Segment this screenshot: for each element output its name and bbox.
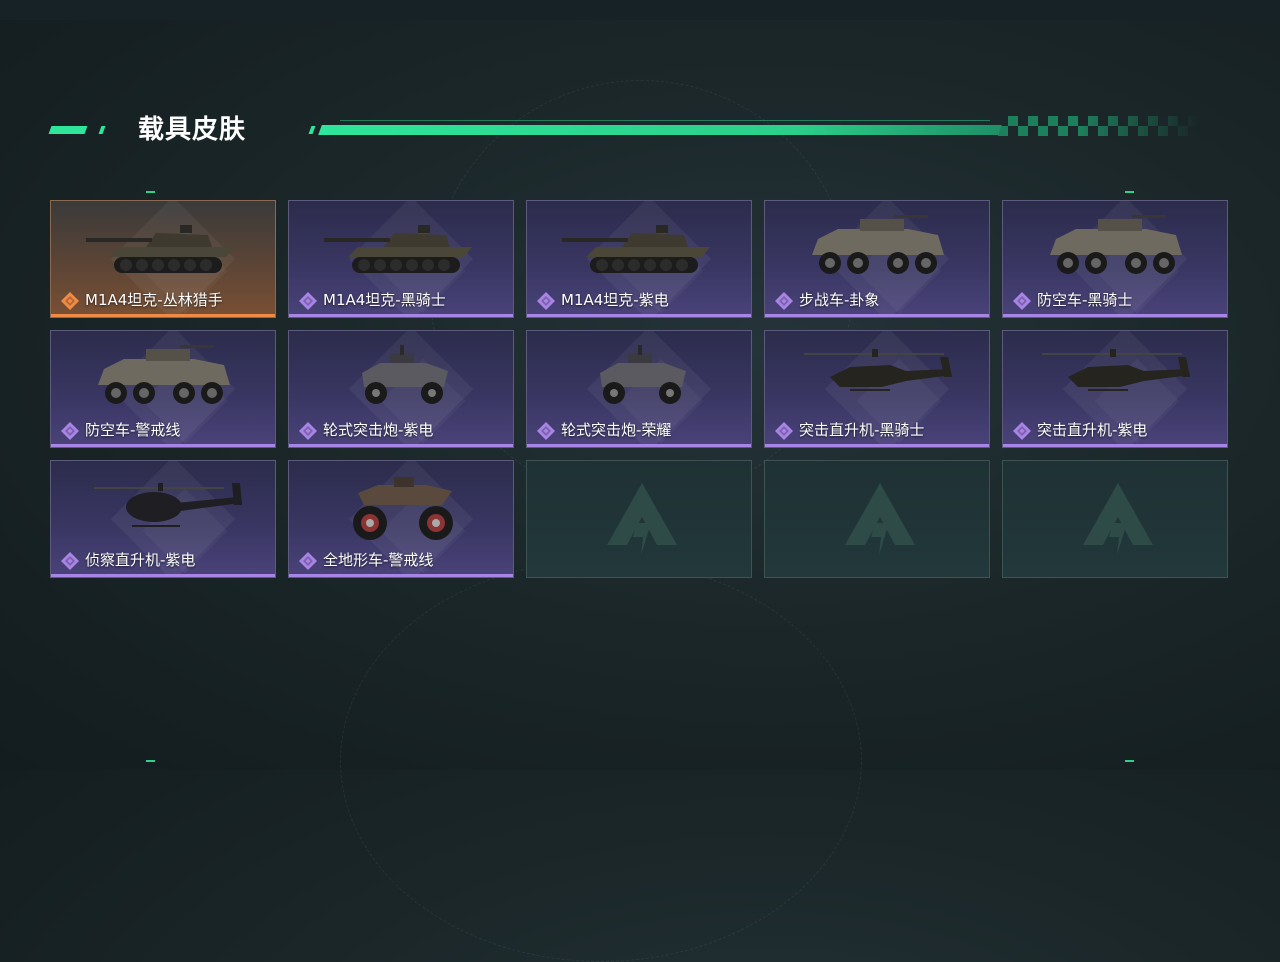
game-logo-icon (607, 483, 677, 555)
header-checker-pattern (998, 116, 1200, 136)
skin-name: 侦察直升机-紫电 (85, 551, 196, 569)
header-accent-bar (48, 126, 88, 134)
rarity-diamond-icon (1013, 422, 1031, 440)
rarity-diamond-icon (537, 292, 555, 310)
rarity-diamond-icon (1013, 292, 1031, 310)
section-header: 载具皮肤 (48, 112, 1210, 152)
rarity-diamond-icon (61, 292, 79, 310)
corner-tick (1125, 760, 1134, 762)
skin-card[interactable]: 防空车-黑骑士 (1002, 200, 1228, 318)
skin-name: 全地形车-警戒线 (323, 551, 434, 569)
ifv-icon (790, 207, 965, 287)
skin-name: 步战车-卦象 (799, 291, 880, 309)
aa-vehicle-icon (1028, 207, 1203, 287)
rarity-diamond-icon (61, 552, 79, 570)
skin-card[interactable]: M1A4坦克-紫电 (526, 200, 752, 318)
rarity-bar (51, 444, 275, 447)
background-decoration (340, 560, 862, 962)
rarity-bar (527, 444, 751, 447)
rarity-bar (1003, 314, 1227, 317)
rarity-diamond-icon (61, 422, 79, 440)
section-title: 载具皮肤 (138, 115, 247, 145)
rarity-bar (765, 444, 989, 447)
skin-card[interactable]: M1A4坦克-黑骑士 (288, 200, 514, 318)
skin-card[interactable]: M1A4坦克-丛林猎手 (50, 200, 276, 318)
empty-skin-slot (526, 460, 752, 578)
skin-card[interactable]: 轮式突击炮-荣耀 (526, 330, 752, 448)
scout-helicopter-icon (76, 467, 251, 547)
rarity-bar (51, 314, 275, 317)
rarity-diamond-icon (775, 292, 793, 310)
game-logo-icon (845, 483, 915, 555)
attack-helicopter-icon (790, 337, 965, 417)
atv-icon (314, 467, 489, 547)
corner-tick (146, 191, 155, 193)
tank-icon (552, 207, 727, 287)
skin-card[interactable]: 突击直升机-黑骑士 (764, 330, 990, 448)
header-accent-bar (318, 125, 1002, 135)
rarity-bar (1003, 444, 1227, 447)
skin-card[interactable]: 防空车-警戒线 (50, 330, 276, 448)
rarity-diamond-icon (537, 422, 555, 440)
skin-name: 防空车-警戒线 (85, 421, 181, 439)
top-bar (0, 0, 1280, 20)
header-accent-bar (98, 126, 106, 134)
skin-grid: M1A4坦克-丛林猎手 M1A4坦克-黑骑士 M1A4坦克-紫电 步战车-卦象 … (50, 200, 1230, 580)
skin-card[interactable]: 全地形车-警戒线 (288, 460, 514, 578)
rarity-diamond-icon (299, 422, 317, 440)
skin-name: 突击直升机-紫电 (1037, 421, 1148, 439)
assault-vehicle-icon (552, 337, 727, 417)
skin-card[interactable]: 侦察直升机-紫电 (50, 460, 276, 578)
rarity-bar (765, 314, 989, 317)
attack-helicopter-icon (1028, 337, 1203, 417)
skin-card[interactable]: 轮式突击炮-紫电 (288, 330, 514, 448)
empty-skin-slot (764, 460, 990, 578)
header-accent-line (340, 120, 990, 121)
rarity-bar (289, 314, 513, 317)
skin-card[interactable]: 突击直升机-紫电 (1002, 330, 1228, 448)
corner-tick (1125, 191, 1134, 193)
tank-icon (314, 207, 489, 287)
skin-name: 防空车-黑骑士 (1037, 291, 1133, 309)
rarity-diamond-icon (299, 292, 317, 310)
game-logo-icon (1083, 483, 1153, 555)
assault-vehicle-icon (314, 337, 489, 417)
header-accent-bar (308, 126, 316, 134)
rarity-bar (289, 574, 513, 577)
tank-icon (76, 207, 251, 287)
rarity-bar (527, 314, 751, 317)
skin-card[interactable]: 步战车-卦象 (764, 200, 990, 318)
corner-tick (146, 760, 155, 762)
skin-name: M1A4坦克-丛林猎手 (85, 291, 223, 309)
skin-name: M1A4坦克-紫电 (561, 291, 669, 309)
skin-name: 突击直升机-黑骑士 (799, 421, 925, 439)
rarity-bar (51, 574, 275, 577)
empty-skin-slot (1002, 460, 1228, 578)
rarity-diamond-icon (299, 552, 317, 570)
skin-name: 轮式突击炮-紫电 (323, 421, 434, 439)
rarity-diamond-icon (775, 422, 793, 440)
skin-name: 轮式突击炮-荣耀 (561, 421, 672, 439)
rarity-bar (289, 444, 513, 447)
skin-name: M1A4坦克-黑骑士 (323, 291, 446, 309)
aa-vehicle-icon (76, 337, 251, 417)
